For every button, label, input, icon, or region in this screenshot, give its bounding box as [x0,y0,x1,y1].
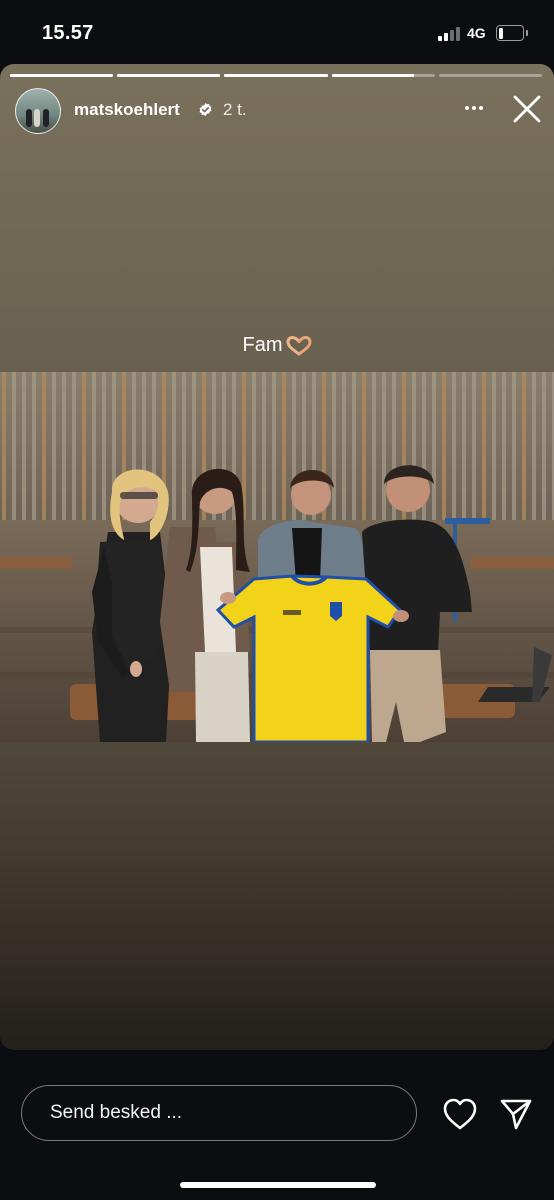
send-icon[interactable] [498,1096,534,1132]
story-viewer[interactable]: matskoehlert 2 t. Fam [0,64,554,1050]
progress-segment [224,74,328,77]
close-icon[interactable] [510,92,544,126]
story-photo [0,372,554,742]
story-caption: Fam [0,334,554,357]
avatar[interactable] [15,88,61,134]
progress-segment [117,74,221,77]
heart-hands-icon [285,335,312,356]
story-time-ago: 2 t. [223,100,247,119]
home-indicator[interactable] [180,1182,376,1188]
progress-segment [10,74,114,77]
progress-segment [331,74,435,77]
clock: 15.57 [42,22,94,44]
message-input[interactable]: Send besked ... [21,1085,417,1141]
verified-badge-icon [199,102,212,117]
reply-bar: Send besked ... [0,1050,554,1200]
battery-icon [496,25,528,41]
heart-icon[interactable] [442,1097,478,1131]
caption-text: Fam [242,334,283,357]
progress-segment [438,74,543,77]
network-type: 4G [467,25,486,41]
story-username[interactable]: matskoehlert [74,100,180,120]
story-progress [10,74,543,77]
cellular-signal-icon [438,27,462,41]
status-bar: 15.57 4G [0,0,554,64]
more-options-button[interactable] [460,94,488,122]
